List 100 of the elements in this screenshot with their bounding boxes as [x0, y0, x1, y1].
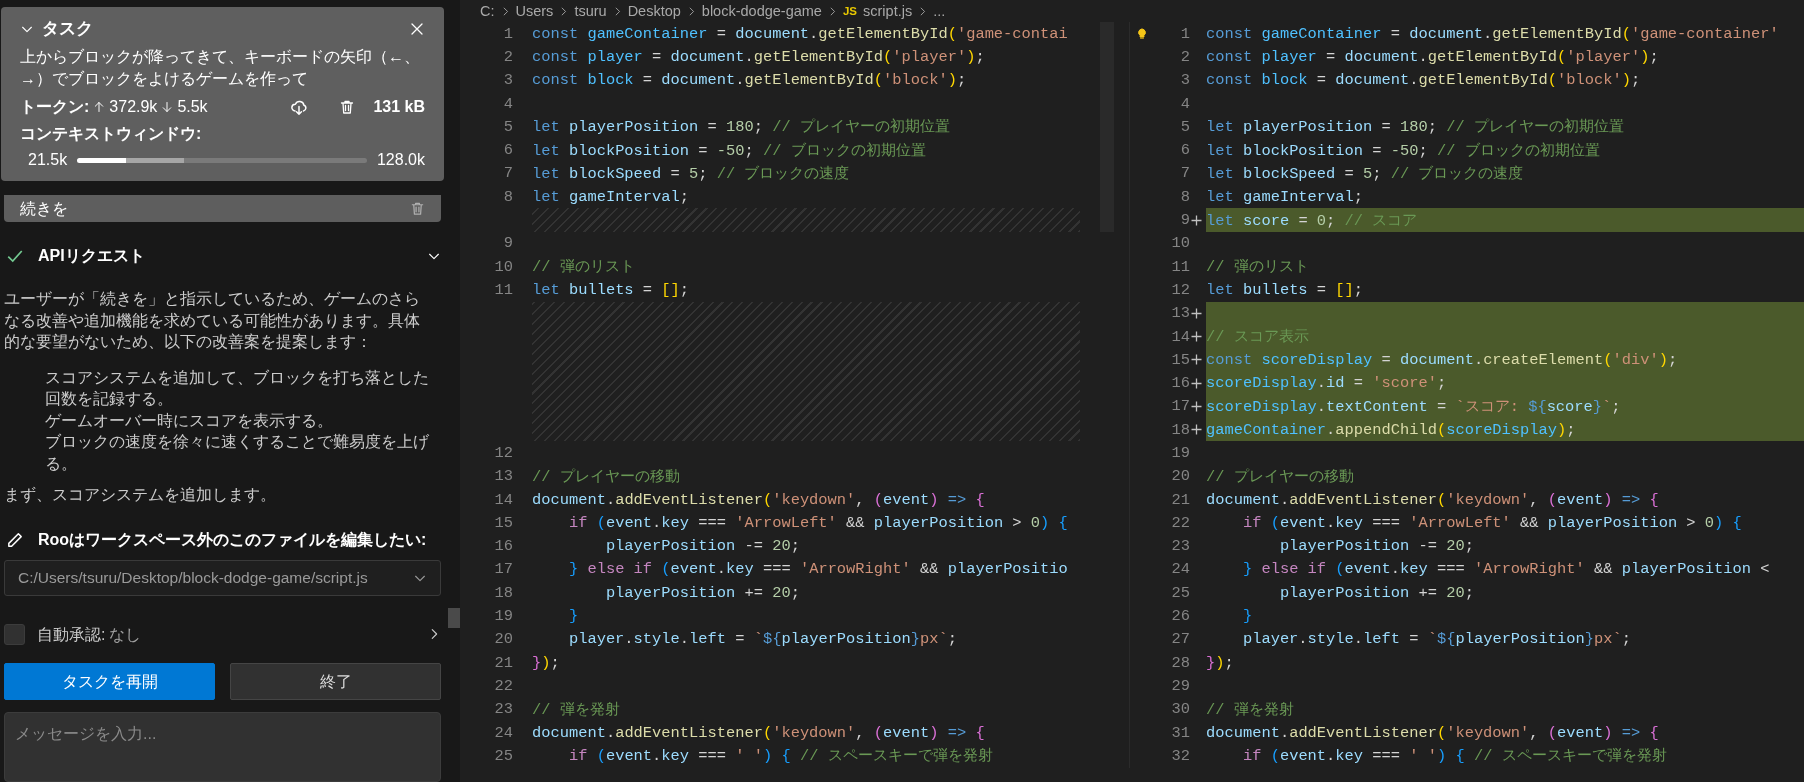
line-number: 32 — [1170, 746, 1190, 765]
line-number: 6 — [1179, 141, 1190, 160]
code-line: let blockPosition = -50; // ブロックの初期位置 — [532, 140, 926, 161]
code-line: const block = document.getElementById('block'); — [1206, 71, 1641, 90]
cloud-download-icon — [289, 98, 310, 116]
line-number: 18 — [493, 583, 513, 602]
line-number: 25 — [493, 746, 513, 765]
line-number: 24 — [493, 723, 513, 742]
resume-task-button[interactable]: タスクを再開 — [4, 663, 215, 700]
line-number: 1 — [502, 24, 513, 43]
end-button[interactable]: 終了 — [230, 663, 441, 700]
line-number: 26 — [1170, 607, 1190, 626]
list-item: ゲームオーバー時にスコアを表示する。 — [45, 410, 334, 431]
breadcrumb-item[interactable]: block-dodge-game — [701, 3, 822, 19]
code-line: let gameInterval; — [1206, 187, 1364, 206]
response-paragraph: ユーザーが「続きを」と指示しているため、ゲームのさらなる改善や追加機能を求めている可能性があります。具体的な要望がないため、以下の改善案を提案します： — [4, 289, 421, 353]
code-line: let playerPosition = 180; // プレイヤーの初期位置 — [1206, 117, 1624, 138]
tokens-label: トークン: — [20, 97, 90, 118]
line-number: 9 — [1179, 211, 1190, 229]
code-line: let bullets = []; — [1206, 280, 1364, 299]
line-number: 29 — [1170, 676, 1190, 695]
tokens-in: 372.9k — [109, 97, 158, 118]
code-line: } else if (event.key === 'ArrowRight' && playerPosition < — [1241, 560, 1770, 579]
api-request-title[interactable]: APIリクエスト — [38, 244, 145, 267]
code-line: const gameContainer = document.getElementById('game-container' — [1206, 24, 1779, 43]
line-number: 28 — [1170, 653, 1190, 672]
line-number: 12 — [493, 444, 513, 462]
close-icon — [409, 21, 425, 37]
line-number: 3 — [1179, 71, 1190, 90]
message-text: 続きを — [20, 198, 68, 219]
edit-prompt: Rooはワークスペース外のこのファイルを編集したい: — [38, 529, 427, 550]
code-line: player.style.left = `${playerPosition}px`; — [1241, 630, 1631, 649]
code-line: if (event.key === ' ') { // スペースキーで弾を発射 — [1241, 746, 1667, 767]
scrollbar-thumb[interactable] — [448, 608, 460, 628]
context-label: コンテキストウィンドウ: — [20, 125, 202, 142]
line-number: 17 — [493, 560, 513, 579]
line-number: 19 — [1170, 444, 1190, 462]
code-line: scoreDisplay.id = 'score'; — [1206, 374, 1447, 393]
line-number: 30 — [1170, 700, 1190, 719]
code-line: let bullets = []; — [532, 280, 690, 299]
arrow-up-icon — [93, 100, 106, 114]
code-line: document.addEventListener('keydown', (event) => { — [532, 490, 985, 509]
line-number: 14 — [493, 490, 513, 509]
line-number: 15 — [1170, 350, 1190, 369]
line-number: 16 — [1170, 374, 1190, 393]
line-number: 20 — [493, 630, 513, 649]
line-number: 5 — [1179, 117, 1190, 136]
code-line: }); — [1206, 653, 1234, 672]
pencil-icon — [6, 530, 24, 549]
line-number: 10 — [1170, 234, 1190, 253]
code-line: } else if (event.key === 'ArrowRight' && playerPositio — [567, 560, 1068, 579]
breadcrumb-item[interactable]: Desktop — [627, 3, 681, 19]
breadcrumb-item[interactable]: ... — [933, 3, 946, 19]
trash-icon — [339, 98, 356, 116]
line-number: 23 — [493, 700, 513, 719]
line-number: 14 — [1170, 327, 1190, 346]
breadcrumb-item[interactable]: C: — [480, 3, 495, 19]
line-number: 21 — [1170, 490, 1190, 509]
code-line: let blockSpeed = 5; // ブロックの速度 — [1206, 163, 1524, 184]
line-number: 31 — [1170, 723, 1190, 742]
code-line: document.addEventListener('keydown', (event) => { — [1206, 490, 1659, 509]
code-line: const player = document.getElementById('player'); — [1206, 47, 1659, 66]
breadcrumb-item[interactable]: tsuru — [574, 3, 607, 19]
code-line: // 弾を発射 — [1206, 699, 1294, 720]
code-line: let score = 0; // スコア — [1206, 210, 1418, 231]
code-line: let playerPosition = 180; // プレイヤーの初期位置 — [532, 117, 950, 138]
auto-approve-label: 自動承認: — [37, 624, 106, 645]
code-line: if (event.key === 'ArrowLeft' && playerPosition > 0) { — [567, 513, 1068, 532]
auto-approve-checkbox[interactable] — [4, 623, 25, 645]
context-max: 128.0k — [376, 150, 425, 171]
line-number: 22 — [493, 676, 513, 695]
line-number: 2 — [502, 47, 513, 66]
code-line: const scoreDisplay = document.createElement('div'); — [1206, 350, 1678, 369]
line-number: 23 — [1170, 537, 1190, 556]
response-paragraph: まず、スコアシステムを追加します。 — [4, 485, 277, 506]
code-line: if (event.key === 'ArrowLeft' && playerPosition > 0) { — [1241, 513, 1742, 532]
line-number: 4 — [502, 94, 513, 113]
breadcrumb-item[interactable]: JS script.js — [842, 3, 913, 19]
code-line: }); — [532, 653, 560, 672]
code-line: scoreDisplay.textContent = `スコア: ${score}`; — [1206, 396, 1621, 417]
line-number: 3 — [502, 71, 513, 90]
code-line: // スコア表示 — [1206, 327, 1309, 347]
line-number: 13 — [493, 467, 513, 486]
code-line: const player = document.getElementById('player'); — [532, 47, 985, 66]
message-input[interactable]: メッセージを入力... — [4, 712, 441, 782]
line-number: 10 — [493, 257, 513, 276]
code-line: playerPosition += 20; — [1278, 583, 1474, 602]
context-used: 21.5k — [28, 150, 68, 171]
line-number: 1 — [1179, 24, 1190, 43]
code-line: // プレイヤーの移動 — [1206, 466, 1354, 487]
code-line: let gameInterval; — [532, 187, 690, 206]
code-line: document.addEventListener('keydown', (event) => { — [1206, 723, 1659, 742]
line-number: 19 — [493, 607, 513, 626]
task-description: 上からブロックが降ってきて、キーボードの矢印（←、→）でブロックをよけるゲームを作って — [20, 47, 420, 89]
code-line: playerPosition -= 20; — [1278, 537, 1474, 556]
file-select[interactable]: C:/Users/tsuru/Desktop/block-dodge-game/script.js — [4, 560, 441, 596]
line-number: 27 — [1170, 630, 1190, 649]
breadcrumb-item[interactable]: Users — [515, 3, 554, 19]
line-number: 21 — [493, 653, 513, 672]
line-number: 9 — [502, 234, 513, 253]
